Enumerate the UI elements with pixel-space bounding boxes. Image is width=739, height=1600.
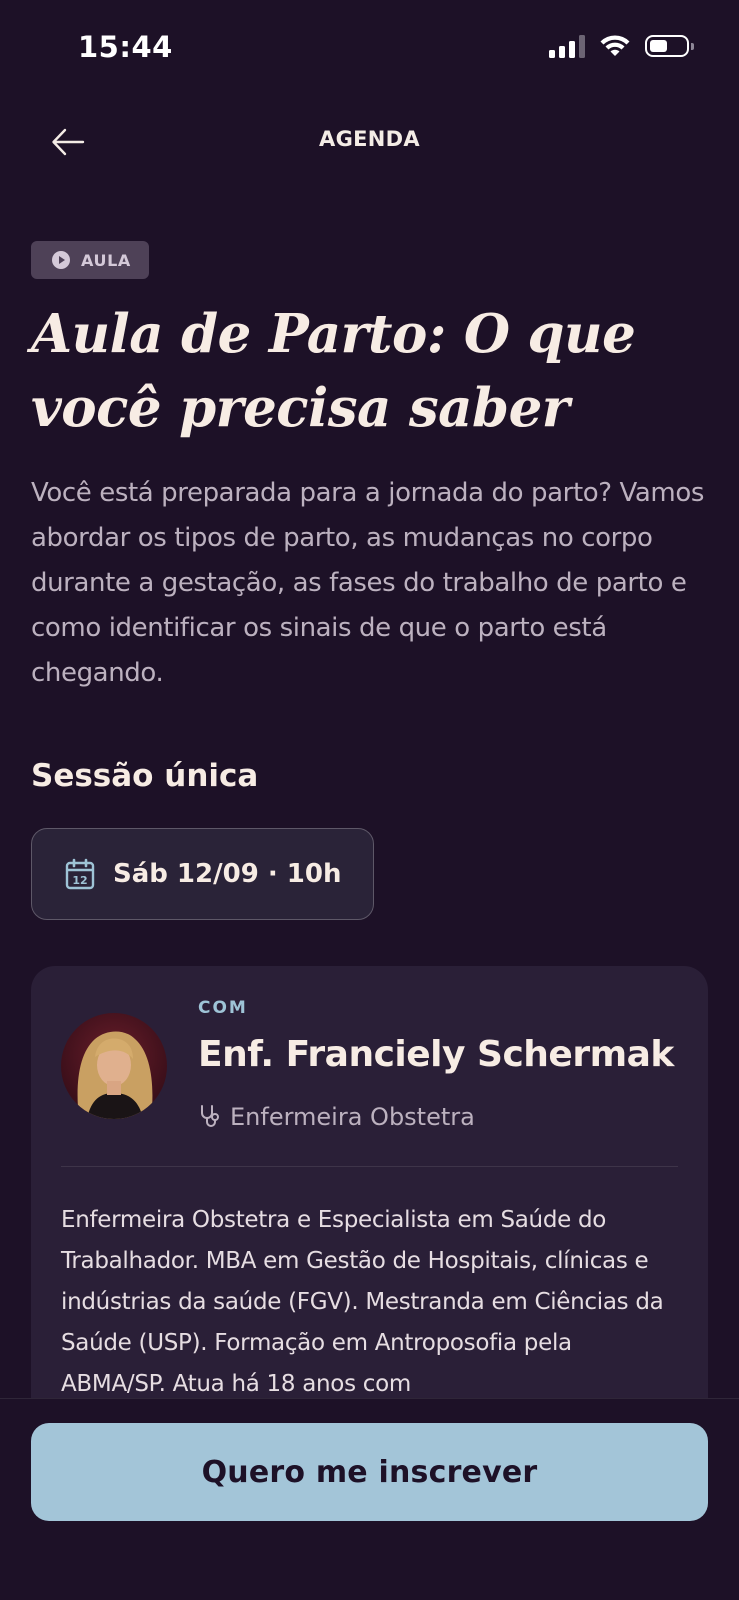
battery-icon <box>645 35 694 57</box>
signal-icon <box>549 34 585 58</box>
event-type-tag: AULA <box>31 241 149 279</box>
divider <box>61 1166 678 1167</box>
event-details: AULA Aula de Parto: O que você precisa s… <box>31 241 708 920</box>
event-title-line-2: você precisa saber <box>31 377 570 439</box>
event-title-line-1: Aula de Parto: O que <box>31 303 636 365</box>
battery-level <box>650 40 667 52</box>
speaker-role-label: Enfermeira Obstetra <box>230 1103 475 1131</box>
session-date-chip[interactable]: 12 Sáb 12/09 · 10h <box>31 828 375 920</box>
speaker-label: COM <box>198 998 248 1018</box>
calendar-icon: 12 <box>65 858 95 890</box>
page-title: AGENDA <box>319 127 420 151</box>
speaker-name: Enf. Franciely Schermak <box>198 1034 674 1075</box>
event-description: Você está preparada para a jornada do pa… <box>31 478 704 688</box>
event-title: Aula de Parto: O que você precisa saber <box>31 297 708 445</box>
speaker-role: Enfermeira Obstetra <box>198 1103 475 1131</box>
avatar <box>61 1013 167 1119</box>
speaker-bio: Enfermeira Obstetra e Especialista em Sa… <box>61 1207 664 1397</box>
event-type-label: AULA <box>81 250 131 270</box>
wifi-icon <box>600 35 630 56</box>
top-nav: AGENDA <box>0 110 739 174</box>
session-date-label: Sáb 12/09 · 10h <box>113 859 342 889</box>
svg-text:12: 12 <box>72 874 87 887</box>
bottom-action-bar: Quero me inscrever <box>0 1398 739 1600</box>
status-bar: 15:44 <box>0 0 739 96</box>
status-time: 15:44 <box>78 30 173 64</box>
session-section-title: Sessão única <box>31 758 259 794</box>
stethoscope-icon <box>201 1105 219 1127</box>
subscribe-button[interactable]: Quero me inscrever <box>31 1423 708 1521</box>
status-icons <box>549 34 694 58</box>
play-circle-icon <box>52 251 70 269</box>
